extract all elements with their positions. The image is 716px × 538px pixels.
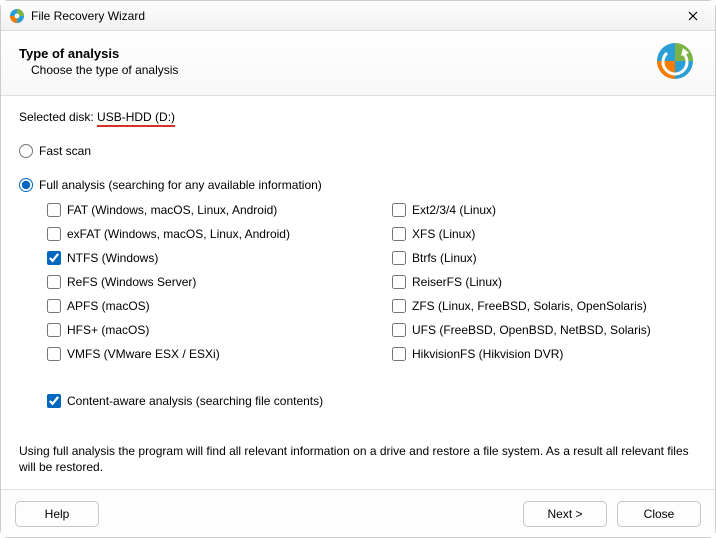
fs-checkbox-label: APFS (macOS) <box>67 299 150 313</box>
selected-disk-label: Selected disk: <box>19 110 97 124</box>
fs-checkbox-label: ReFS (Windows Server) <box>67 275 196 289</box>
wizard-header: Type of analysis Choose the type of anal… <box>1 31 715 96</box>
fs-checkbox-label: Btrfs (Linux) <box>412 251 477 265</box>
fs-checkbox-label: exFAT (Windows, macOS, Linux, Android) <box>67 227 290 241</box>
fs-checkbox-label: ZFS (Linux, FreeBSD, Solaris, OpenSolari… <box>412 299 647 313</box>
fs-checkbox-label: FAT (Windows, macOS, Linux, Android) <box>67 203 277 217</box>
recovery-icon <box>653 39 697 83</box>
fs-checkbox-label: ReiserFS (Linux) <box>412 275 502 289</box>
fs-checkbox-input[interactable] <box>47 347 61 361</box>
fs-checkbox-right-4[interactable]: ZFS (Linux, FreeBSD, Solaris, OpenSolari… <box>392 299 697 313</box>
full-analysis-radio-input[interactable] <box>19 178 33 192</box>
fs-checkbox-left-6[interactable]: VMFS (VMware ESX / ESXi) <box>47 347 352 361</box>
fs-checkbox-left-0[interactable]: FAT (Windows, macOS, Linux, Android) <box>47 203 352 217</box>
fs-checkbox-label: VMFS (VMware ESX / ESXi) <box>67 347 220 361</box>
fs-checkbox-right-6[interactable]: HikvisionFS (Hikvision DVR) <box>392 347 697 361</box>
fs-checkbox-input[interactable] <box>392 275 406 289</box>
fs-checkbox-label: HFS+ (macOS) <box>67 323 149 337</box>
fs-checkbox-input[interactable] <box>392 347 406 361</box>
fs-checkbox-input[interactable] <box>392 203 406 217</box>
fs-checkbox-input[interactable] <box>47 275 61 289</box>
content-aware-checkbox-input[interactable] <box>47 394 61 408</box>
fs-checkbox-label: XFS (Linux) <box>412 227 475 241</box>
selected-disk-row: Selected disk: USB-HDD (D:) <box>19 110 697 124</box>
wizard-body: Selected disk: USB-HDD (D:) Fast scan Fu… <box>1 96 715 408</box>
fs-checkbox-input[interactable] <box>47 203 61 217</box>
fs-checkbox-right-3[interactable]: ReiserFS (Linux) <box>392 275 697 289</box>
content-aware-label: Content-aware analysis (searching file c… <box>67 394 323 408</box>
fs-checkbox-label: Ext2/3/4 (Linux) <box>412 203 496 217</box>
selected-disk-value: USB-HDD (D:) <box>97 110 175 127</box>
full-analysis-label: Full analysis (searching for any availab… <box>39 178 322 192</box>
page-heading: Type of analysis <box>19 46 653 61</box>
fast-scan-radio[interactable]: Fast scan <box>19 144 697 158</box>
fs-checkbox-input[interactable] <box>392 227 406 241</box>
fast-scan-radio-input[interactable] <box>19 144 33 158</box>
close-button[interactable]: Close <box>617 501 701 527</box>
analysis-description: Using full analysis the program will fin… <box>19 443 697 475</box>
window-title: File Recovery Wizard <box>31 9 145 23</box>
fs-checkbox-right-1[interactable]: XFS (Linux) <box>392 227 697 241</box>
fs-checkbox-left-4[interactable]: APFS (macOS) <box>47 299 352 313</box>
fs-checkbox-left-2[interactable]: NTFS (Windows) <box>47 251 352 265</box>
fs-checkbox-left-3[interactable]: ReFS (Windows Server) <box>47 275 352 289</box>
fs-checkbox-input[interactable] <box>392 323 406 337</box>
close-window-button[interactable] <box>679 5 707 27</box>
fs-checkbox-input[interactable] <box>47 299 61 313</box>
fs-checkbox-label: NTFS (Windows) <box>67 251 158 265</box>
fs-checkbox-right-2[interactable]: Btrfs (Linux) <box>392 251 697 265</box>
button-bar: Help Next > Close <box>1 489 715 537</box>
close-icon <box>688 11 698 21</box>
fs-checkbox-input[interactable] <box>47 323 61 337</box>
page-subheading: Choose the type of analysis <box>31 63 653 77</box>
fs-checkbox-input[interactable] <box>47 251 61 265</box>
fs-checkbox-left-5[interactable]: HFS+ (macOS) <box>47 323 352 337</box>
titlebar: File Recovery Wizard <box>1 1 715 31</box>
fs-checkbox-label: HikvisionFS (Hikvision DVR) <box>412 347 563 361</box>
fs-checkbox-left-1[interactable]: exFAT (Windows, macOS, Linux, Android) <box>47 227 352 241</box>
fs-checkbox-input[interactable] <box>392 251 406 265</box>
app-icon <box>9 8 25 24</box>
fs-checkbox-right-5[interactable]: UFS (FreeBSD, OpenBSD, NetBSD, Solaris) <box>392 323 697 337</box>
fs-checkbox-right-0[interactable]: Ext2/3/4 (Linux) <box>392 203 697 217</box>
full-analysis-radio[interactable]: Full analysis (searching for any availab… <box>19 178 697 192</box>
filesystem-grid: FAT (Windows, macOS, Linux, Android) Ext2… <box>47 198 697 366</box>
fast-scan-label: Fast scan <box>39 144 91 158</box>
content-aware-checkbox[interactable]: Content-aware analysis (searching file c… <box>47 394 697 408</box>
fs-checkbox-label: UFS (FreeBSD, OpenBSD, NetBSD, Solaris) <box>412 323 651 337</box>
fs-checkbox-input[interactable] <box>392 299 406 313</box>
help-button[interactable]: Help <box>15 501 99 527</box>
fs-checkbox-input[interactable] <box>47 227 61 241</box>
next-button[interactable]: Next > <box>523 501 607 527</box>
